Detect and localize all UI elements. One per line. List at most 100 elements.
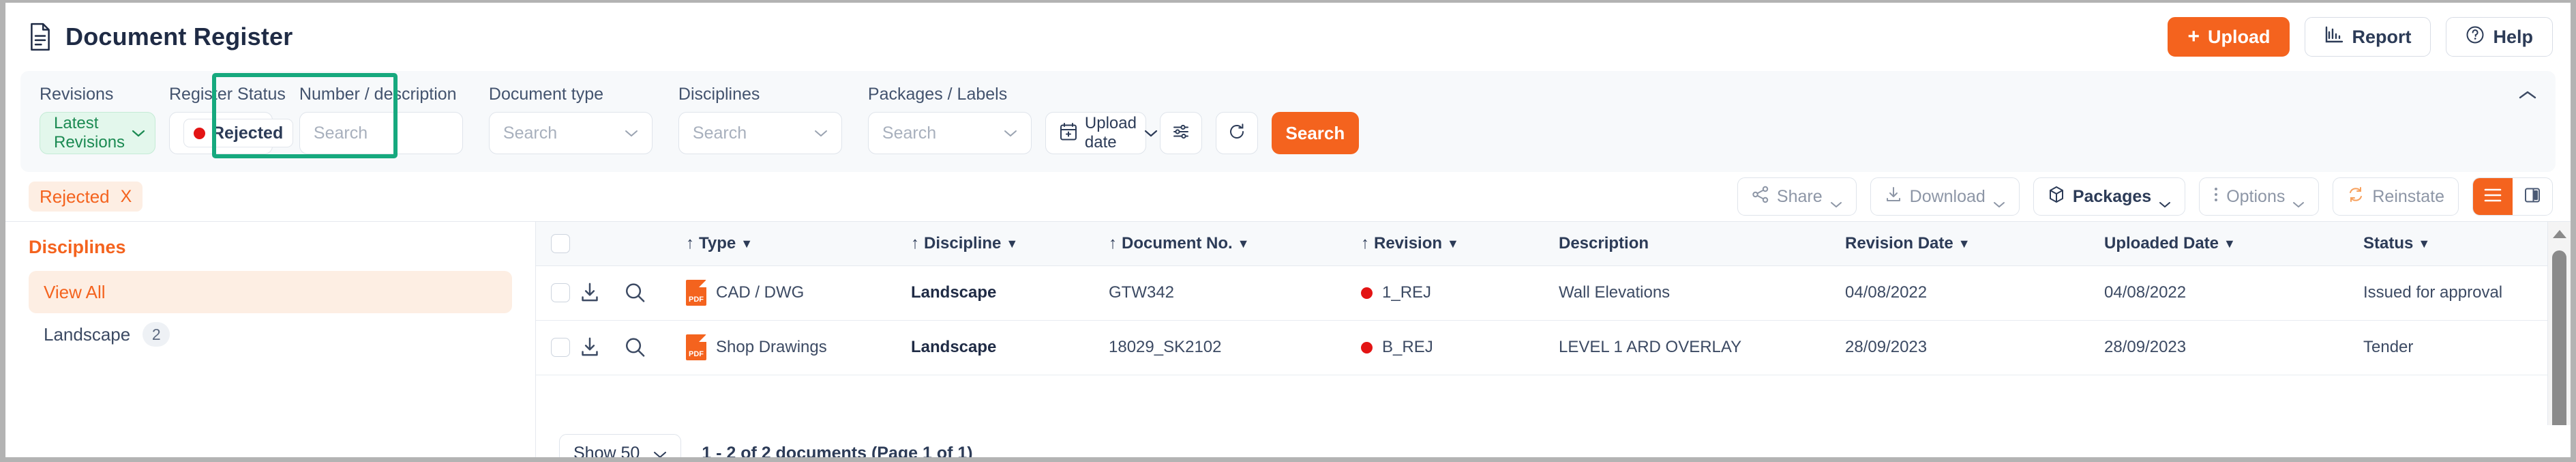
- cell-revision-date-value: 28/09/2023: [1845, 338, 1928, 356]
- pdf-badge-label: PDF: [689, 295, 704, 304]
- active-filter-chip-rejected[interactable]: Rejected X: [29, 182, 143, 212]
- packages-button[interactable]: Packages: [2033, 177, 2186, 216]
- cell-uploaded-date-value: 04/08/2022: [2104, 283, 2187, 302]
- download-button-label: Download: [1909, 186, 1986, 206]
- th-document-no[interactable]: ↑ Document No. ▼: [1109, 222, 1361, 266]
- sliders-icon: [1171, 122, 1190, 145]
- th-select: [536, 222, 578, 266]
- cell-type-value: Shop Drawings: [716, 338, 827, 356]
- split-view-icon: [2523, 186, 2541, 207]
- chevron-down-icon: [132, 129, 145, 137]
- chevron-down-icon: [814, 129, 828, 137]
- number-description-field[interactable]: Search: [299, 112, 463, 154]
- cell-status: Tender: [2363, 320, 2571, 375]
- page-size-select[interactable]: Show 50: [559, 434, 682, 458]
- help-button[interactable]: Help: [2446, 17, 2553, 57]
- sidebar-item-view-all[interactable]: View All: [29, 271, 512, 313]
- upload-button[interactable]: + Upload: [2168, 17, 2290, 57]
- share-button[interactable]: Share: [1737, 177, 1857, 216]
- download-icon: [1885, 186, 1902, 208]
- chevron-down-icon: [1830, 193, 1842, 207]
- view-mode-toggle: [2472, 177, 2553, 216]
- download-button[interactable]: Download: [1870, 177, 2020, 216]
- sidebar-item-label: Landscape: [44, 323, 131, 345]
- row-search-icon[interactable]: [623, 336, 646, 359]
- caret-down-icon: ▼: [1958, 236, 1971, 250]
- revisions-select[interactable]: Latest Revisions: [40, 112, 155, 154]
- cell-revision-date-value: 04/08/2022: [1845, 283, 1928, 302]
- th-revision[interactable]: ↑ Revision ▼: [1361, 222, 1559, 266]
- collapse-filters-button[interactable]: [2512, 81, 2543, 112]
- revision-status-dot-icon: [1361, 287, 1373, 299]
- list-view-button[interactable]: [2473, 178, 2513, 215]
- upload-date-select[interactable]: Upload date: [1045, 112, 1158, 154]
- table-row[interactable]: PDF Shop Drawings Landscape 18029_SK2102: [536, 320, 2571, 375]
- bar-chart-icon: [2324, 26, 2343, 48]
- cell-status-value: Tender: [2363, 338, 2414, 356]
- reset-filters-button[interactable]: [1215, 112, 1258, 154]
- caret-down-icon: ▼: [1447, 236, 1459, 250]
- search-button[interactable]: Search: [1271, 112, 1359, 154]
- scrollbar-thumb[interactable]: [2552, 250, 2566, 425]
- register-status-select[interactable]: Rejected: [169, 112, 314, 154]
- sort-asc-icon: ↑: [686, 233, 694, 252]
- cell-discipline-value: Landscape: [911, 338, 997, 356]
- row-checkbox[interactable]: [551, 283, 570, 302]
- th-status[interactable]: Status ▼: [2363, 222, 2571, 266]
- caret-down-icon: ▼: [2418, 236, 2431, 250]
- record-toolbar: Share Download Packages Options Reinstat…: [1737, 177, 2553, 216]
- row-download-icon[interactable]: [578, 281, 601, 304]
- report-button-label: Report: [2352, 26, 2412, 47]
- upload-date-label: Upload date: [1084, 114, 1137, 151]
- chevron-down-icon: [2159, 193, 2171, 207]
- table-row[interactable]: PDF CAD / DWG Landscape GTW342 1_REJ Wal…: [536, 265, 2571, 321]
- chevron-down-icon: [1993, 193, 2005, 207]
- select-all-checkbox[interactable]: [551, 233, 570, 253]
- cell-uploaded-date-value: 28/09/2023: [2104, 338, 2187, 356]
- close-icon[interactable]: X: [121, 187, 132, 207]
- table-vertical-scrollbar[interactable]: [2547, 222, 2571, 425]
- cell-select: [536, 320, 578, 375]
- options-button-label: Options: [2226, 186, 2286, 206]
- packages-labels-select[interactable]: Search: [867, 112, 1032, 154]
- scroll-up-arrow-icon[interactable]: [2552, 230, 2566, 238]
- kebab-menu-icon: [2213, 186, 2219, 208]
- row-checkbox[interactable]: [551, 338, 570, 357]
- th-status-label: Status: [2363, 233, 2414, 252]
- disciplines-placeholder: Search: [692, 123, 747, 143]
- th-uploaded-date[interactable]: Uploaded Date ▼: [2104, 222, 2363, 266]
- th-revision-date[interactable]: Revision Date ▼: [1845, 222, 2104, 266]
- cell-preview: [623, 265, 686, 321]
- report-button[interactable]: Report: [2305, 17, 2431, 57]
- filter-settings-button[interactable]: [1159, 112, 1202, 154]
- th-type[interactable]: ↑ Type ▼: [686, 222, 911, 266]
- cell-description: Wall Elevations: [1559, 265, 1845, 321]
- disciplines-sidebar: Disciplines View All Landscape 2: [5, 222, 536, 457]
- documents-table-area: ↑ Type ▼ ↑ Discipline ▼ ↑ Document No. ▼…: [536, 222, 2571, 457]
- row-search-icon[interactable]: [623, 281, 646, 304]
- disciplines-select[interactable]: Search: [678, 112, 842, 154]
- cell-revision: 1_REJ: [1361, 265, 1559, 321]
- content-area: Disciplines View All Landscape 2 ↑ Type …: [5, 221, 2571, 457]
- th-revision-date-label: Revision Date: [1845, 233, 1953, 252]
- caret-down-icon: ▼: [1237, 236, 1250, 250]
- page-size-value: Show 50: [573, 443, 640, 458]
- document-type-select[interactable]: Search: [488, 112, 653, 154]
- cell-description-value: Wall Elevations: [1559, 283, 1671, 302]
- sort-asc-icon: ↑: [911, 233, 919, 252]
- cell-revision: B_REJ: [1361, 320, 1559, 375]
- sidebar-item-landscape[interactable]: Landscape 2: [29, 313, 512, 356]
- filter-panel: Revisions Latest Revisions Register Stat…: [20, 71, 2556, 172]
- row-download-icon[interactable]: [578, 336, 601, 359]
- th-discipline[interactable]: ↑ Discipline ▼: [911, 222, 1109, 266]
- options-button[interactable]: Options: [2199, 177, 2320, 216]
- th-type-label: Type: [699, 233, 736, 252]
- split-view-button[interactable]: [2513, 178, 2552, 215]
- status-dot-icon: [194, 127, 205, 139]
- reinstate-button[interactable]: Reinstate: [2333, 177, 2459, 216]
- caret-down-icon: ▼: [1006, 236, 1019, 250]
- filter-upload-date: Upload date: [1045, 112, 1158, 154]
- header-actions: + Upload Report Help: [2168, 17, 2553, 57]
- cell-status: Issued for approval: [2363, 265, 2571, 321]
- cell-uploaded-date: 28/09/2023: [2104, 320, 2363, 375]
